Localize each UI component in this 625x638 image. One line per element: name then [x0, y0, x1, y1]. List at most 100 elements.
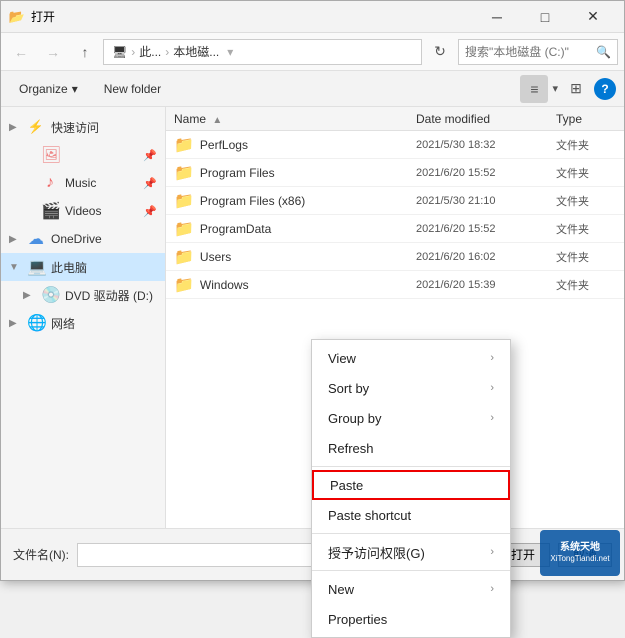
sidebar-item-onedrive[interactable]: ▶ ☁ OneDrive	[1, 225, 165, 253]
expand-arrow-network: ▶	[9, 318, 21, 329]
file-name: Windows	[200, 278, 416, 292]
file-type: 文件夹	[556, 165, 616, 181]
menu-item-group-by[interactable]: Group by ›	[312, 403, 510, 433]
close-button[interactable]: ✕	[570, 1, 616, 33]
music-icon: ♪	[41, 174, 59, 192]
address-path[interactable]: 🖥 › 此... › 本地磁... ▾	[103, 39, 422, 65]
expand-arrow: ▶	[9, 122, 21, 133]
menu-label-access: 授予访问权限(G)	[328, 543, 425, 562]
table-row[interactable]: 📁 PerfLogs 2021/5/30 18:32 文件夹	[166, 131, 624, 159]
sidebar-item-network[interactable]: ▶ 🌐 网络	[1, 309, 165, 337]
pictures-icon: 🖼	[41, 145, 59, 165]
minimize-button[interactable]: ─	[474, 1, 520, 33]
search-input[interactable]	[465, 45, 592, 59]
table-row[interactable]: 📁 Users 2021/6/20 16:02 文件夹	[166, 243, 624, 271]
file-rows-container: 📁 PerfLogs 2021/5/30 18:32 文件夹 📁 Program…	[166, 131, 624, 299]
sidebar-item-videos[interactable]: 🎬 Videos 📌	[1, 197, 165, 225]
file-date: 2021/5/30 21:10	[416, 195, 556, 207]
menu-label-sort-by: Sort by	[328, 381, 369, 396]
col-header-date[interactable]: Date modified	[416, 112, 556, 126]
file-name: Users	[200, 250, 416, 264]
menu-item-view[interactable]: View ›	[312, 343, 510, 373]
pin-icon-pictures: 📌	[143, 149, 157, 162]
help-icon: ?	[601, 82, 608, 96]
sidebar: ▶ ⚡ 快速访问 🖼 📌 ♪ Music 📌 🎬 Videos 📌	[1, 107, 166, 528]
grid-view-icon: ⊞	[570, 80, 582, 97]
expand-arrow-pc: ▼	[9, 262, 21, 273]
file-list-header: Name ▲ Date modified Type	[166, 107, 624, 131]
main-window: 📂 打开 ─ □ ✕ ← → ↑ 🖥 › 此... › 本地磁... ▾ ↻ 🔍…	[0, 0, 625, 581]
sidebar-label-music: Music	[65, 176, 96, 190]
menu-arrow-access: ›	[490, 546, 494, 558]
dvd-icon: 💿	[41, 285, 59, 305]
watermark: 系统天地 XiTongTiandi.net	[540, 530, 620, 576]
col-header-name[interactable]: Name ▲	[174, 112, 416, 126]
search-box: 🔍	[458, 39, 618, 65]
file-name: Program Files	[200, 166, 416, 180]
pin-icon-music: 📌	[143, 177, 157, 190]
organize-label: Organize	[19, 82, 68, 96]
up-button[interactable]: ↑	[71, 38, 99, 66]
watermark-line1: 系统天地	[560, 541, 600, 554]
folder-icon: 📁	[174, 275, 194, 295]
back-button[interactable]: ←	[7, 38, 35, 66]
table-row[interactable]: 📁 ProgramData 2021/6/20 15:52 文件夹	[166, 215, 624, 243]
search-icon: 🔍	[596, 45, 611, 59]
menu-divider-2	[312, 533, 510, 534]
forward-button[interactable]: →	[39, 38, 67, 66]
col-header-type[interactable]: Type	[556, 112, 616, 126]
menu-item-paste-shortcut[interactable]: Paste shortcut	[312, 500, 510, 530]
maximize-button[interactable]: □	[522, 1, 568, 33]
sidebar-item-quick-access[interactable]: ▶ ⚡ 快速访问	[1, 113, 165, 141]
menu-divider-3	[312, 570, 510, 571]
sidebar-item-pictures[interactable]: 🖼 📌	[1, 141, 165, 169]
menu-item-new[interactable]: New ›	[312, 574, 510, 604]
grid-view-button[interactable]: ⊞	[562, 75, 590, 103]
toolbar: Organize ▾ New folder ≡ ▾ ⊞ ?	[1, 71, 624, 107]
organize-arrow: ▾	[72, 82, 78, 96]
expand-arrow-dvd: ▶	[23, 290, 35, 301]
quick-access-icon: ⚡	[27, 119, 45, 135]
list-view-button[interactable]: ≡	[520, 75, 548, 103]
menu-label-properties: Properties	[328, 612, 387, 627]
sidebar-item-music[interactable]: ♪ Music 📌	[1, 169, 165, 197]
sidebar-label-pc: 此电脑	[51, 259, 87, 276]
table-row[interactable]: 📁 Program Files (x86) 2021/5/30 21:10 文件…	[166, 187, 624, 215]
folder-icon: 📁	[174, 247, 194, 267]
path-icon: 🖥	[112, 45, 127, 59]
menu-label-paste: Paste	[330, 478, 363, 493]
menu-divider	[312, 466, 510, 467]
file-date: 2021/5/30 18:32	[416, 139, 556, 151]
path-part-2: 本地磁...	[173, 43, 219, 60]
sidebar-label-videos: Videos	[65, 204, 101, 218]
address-bar: ← → ↑ 🖥 › 此... › 本地磁... ▾ ↻ 🔍	[1, 33, 624, 71]
refresh-button[interactable]: ↻	[426, 38, 454, 66]
sidebar-item-pc[interactable]: ▼ 💻 此电脑	[1, 253, 165, 281]
title-controls: ─ □ ✕	[474, 1, 616, 33]
pin-icon-videos: 📌	[143, 205, 157, 218]
table-row[interactable]: 📁 Program Files 2021/6/20 15:52 文件夹	[166, 159, 624, 187]
help-button[interactable]: ?	[594, 78, 616, 100]
menu-item-sort-by[interactable]: Sort by ›	[312, 373, 510, 403]
view-dropdown-arrow[interactable]: ▾	[552, 82, 558, 95]
table-row[interactable]: 📁 Windows 2021/6/20 15:39 文件夹	[166, 271, 624, 299]
menu-item-access[interactable]: 授予访问权限(G) ›	[312, 537, 510, 567]
watermark-line2: XiTongTiandi.net	[550, 554, 609, 564]
sidebar-label-network: 网络	[51, 315, 75, 332]
window-icon: 📂	[9, 9, 25, 25]
menu-item-paste[interactable]: Paste	[312, 470, 510, 500]
menu-arrow-sort-by: ›	[490, 382, 494, 394]
sidebar-item-dvd[interactable]: ▶ 💿 DVD 驱动器 (D:)	[1, 281, 165, 309]
file-name: PerfLogs	[200, 138, 416, 152]
file-date: 2021/6/20 15:52	[416, 223, 556, 235]
organize-button[interactable]: Organize ▾	[9, 75, 88, 103]
new-folder-button[interactable]: New folder	[94, 75, 171, 103]
file-type: 文件夹	[556, 193, 616, 209]
menu-item-properties[interactable]: Properties	[312, 604, 510, 634]
file-type: 文件夹	[556, 249, 616, 265]
menu-label-paste-shortcut: Paste shortcut	[328, 508, 411, 523]
file-name: Program Files (x86)	[200, 194, 416, 208]
title-bar: 📂 打开 ─ □ ✕	[1, 1, 624, 33]
menu-item-refresh[interactable]: Refresh	[312, 433, 510, 463]
path-part-1: 此...	[139, 43, 161, 60]
